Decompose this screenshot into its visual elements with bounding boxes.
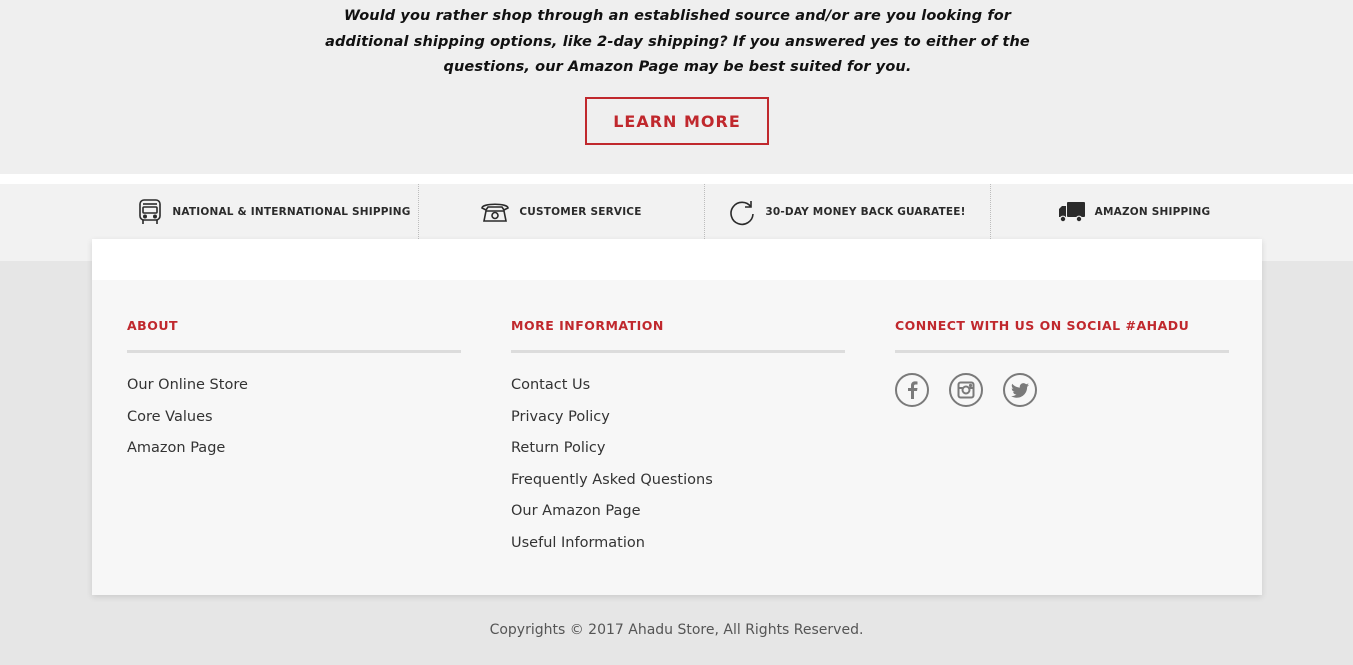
- section-divider: [0, 174, 1353, 184]
- copyright-text: Copyrights © 2017 Ahadu Store, All Right…: [489, 622, 864, 638]
- divider: [895, 350, 1229, 353]
- footer-card-header: [92, 239, 1262, 280]
- footer-link-useful-information[interactable]: Useful Information: [511, 533, 845, 565]
- feature-label: AMAZON SHIPPING: [1094, 205, 1211, 218]
- divider: [127, 350, 461, 353]
- footer-link-amazon-page[interactable]: Amazon Page: [127, 438, 461, 470]
- social-title: CONNECT WITH US ON SOCIAL #AHADU: [895, 318, 1190, 333]
- promo-text: Would you rather shop through an establi…: [325, 8, 1030, 75]
- facebook-icon[interactable]: [895, 373, 929, 407]
- truck-icon: [1058, 200, 1086, 224]
- promo-section: Would you rather shop through an establi…: [0, 0, 1353, 174]
- telephone-icon: [480, 200, 510, 224]
- footer-link-core-values[interactable]: Core Values: [127, 407, 461, 439]
- footer-column-social: CONNECT WITH US ON SOCIAL #AHADU: [895, 319, 1229, 407]
- feature-money-back: 30-DAY MONEY BACK GUARATEE!: [704, 184, 990, 239]
- feature-national-shipping: NATIONAL & INTERNATIONAL SHIPPING: [130, 184, 418, 239]
- footer-card: ABOUT Our Online Store Core Values Amazo…: [92, 239, 1262, 595]
- footer-link-our-amazon-page[interactable]: Our Amazon Page: [511, 501, 845, 533]
- about-links: Our Online Store Core Values Amazon Page: [127, 375, 461, 470]
- footer-link-faq[interactable]: Frequently Asked Questions: [511, 470, 845, 502]
- footer-link-privacy-policy[interactable]: Privacy Policy: [511, 407, 845, 439]
- feature-label: CUSTOMER SERVICE: [519, 205, 642, 218]
- instagram-icon[interactable]: [949, 373, 983, 407]
- social-links: [895, 373, 1229, 407]
- about-title: ABOUT: [127, 318, 179, 333]
- feature-label: 30-DAY MONEY BACK GUARATEE!: [765, 205, 966, 218]
- learn-more-button[interactable]: LEARN MORE: [585, 97, 769, 145]
- footer-column-more-information: MORE INFORMATION Contact Us Privacy Poli…: [511, 319, 845, 565]
- more-information-title: MORE INFORMATION: [511, 318, 664, 333]
- feature-amazon-shipping: AMAZON SHIPPING: [990, 184, 1278, 239]
- feature-customer-service: CUSTOMER SERVICE: [418, 184, 704, 239]
- feature-label: NATIONAL & INTERNATIONAL SHIPPING: [172, 205, 411, 218]
- footer-link-return-policy[interactable]: Return Policy: [511, 438, 845, 470]
- twitter-icon[interactable]: [1003, 373, 1037, 407]
- bus-icon: [137, 198, 163, 226]
- more-information-links: Contact Us Privacy Policy Return Policy …: [511, 375, 845, 565]
- footer-link-contact-us[interactable]: Contact Us: [511, 375, 845, 407]
- footer-column-about: ABOUT Our Online Store Core Values Amazo…: [127, 319, 461, 470]
- divider: [511, 350, 845, 353]
- footer-link-our-online-store[interactable]: Our Online Store: [127, 375, 461, 407]
- refresh-icon: [728, 198, 756, 226]
